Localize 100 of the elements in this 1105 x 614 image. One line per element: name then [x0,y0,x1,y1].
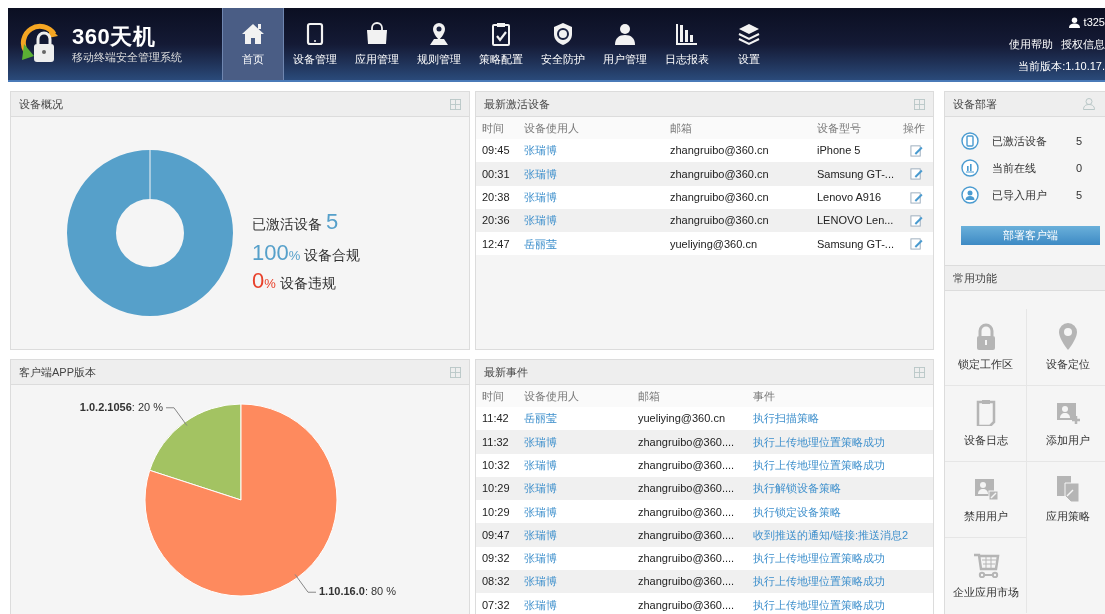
table-link[interactable]: 张瑞博 [524,480,638,497]
panel-title: 设备部署 [953,96,997,112]
table-cell-text: iPhone 5 [817,143,862,159]
table-cell-text: 10:29 [482,481,511,497]
phone-icon [961,132,979,150]
stat-label: 当前在线 [992,160,1037,176]
panel-title: 设备概况 [19,96,63,112]
table-link[interactable]: 张瑞博 [524,573,638,590]
table-cell-text: 09:45 [482,143,511,159]
table-cell-text: 11:42 [482,411,510,427]
deploy-button[interactable]: 部署客户端 [961,225,1100,245]
brand-subtitle: 移动终端安全管理系统 [72,51,182,63]
nav-tab[interactable]: 设置 [718,8,780,80]
stat-value: 5 [1076,133,1083,149]
table-link[interactable]: 张瑞博 [524,165,670,183]
grid-icon [914,366,925,378]
table-link[interactable]: 执行上传地理位置策略成功 [753,550,923,567]
function-tile[interactable]: 应用策略 [1027,461,1105,537]
table-cell-text: 11:32 [482,434,510,450]
function-tile[interactable]: 设备定位 [1027,309,1105,385]
leader-line [294,573,317,593]
user-icon [1083,98,1095,110]
header-link[interactable]: 使用帮助 [1009,35,1053,53]
function-tile[interactable]: 添加用户 [1027,385,1105,461]
panel-title: 常用功能 [953,270,997,286]
nav-tab[interactable]: 应用管理 [346,8,408,80]
table-link[interactable]: 执行上传地理位置策略成功 [753,457,923,474]
username[interactable]: t325 [1083,14,1105,31]
table-link[interactable]: 张瑞博 [524,189,670,206]
table-link[interactable]: 收到推送的通知/链接:推送消息2 [753,526,923,544]
column-header: 邮箱 [670,120,693,136]
edit-icon [909,167,923,181]
table-cell-text: zhangruibo@360.... [638,551,736,567]
percent-value: 100% [252,241,301,264]
version-text: 当前版本:1.10.17. [1018,58,1105,74]
table-cell-text: yueliying@360.cn [638,411,726,427]
table-cell-text: zhangruibo@360.... [638,504,736,520]
table-link[interactable]: 张瑞博 [524,550,638,567]
table-cell-text: 10:32 [482,458,511,473]
table-link[interactable]: 张瑞博 [524,457,638,474]
percent-value: 0% [252,269,276,292]
table-link[interactable]: 岳丽莹 [524,410,638,427]
leader-line [165,407,188,427]
nav-tab[interactable]: 日志报表 [656,8,718,80]
nav-tab[interactable]: 用户管理 [594,8,656,80]
stat-value: 5 [326,207,339,236]
edit-icon [909,144,923,158]
stat-value: 0 [1076,160,1083,176]
column-header: 设备型号 [817,120,862,136]
nav-tab[interactable]: 首页 [222,8,284,80]
table-cell-text: zhangruibo@360.... [638,458,736,473]
table-cell-text: 09:32 [482,551,511,567]
table-link[interactable]: 张瑞博 [524,526,638,544]
table-cell-text: 08:32 [482,574,511,590]
table-cell-text: 00:31 [482,166,511,182]
user-icon [1068,16,1080,28]
edit-icon [909,214,923,228]
table-link[interactable]: 张瑞博 [524,142,670,159]
table-cell-text: zhangruibo@360.... [638,597,736,613]
table-link[interactable]: 执行上传地理位置策略成功 [753,573,923,590]
table-link[interactable]: 执行上传地理位置策略成功 [753,596,923,614]
table-cell-text: 20:38 [482,190,511,205]
documents-icon [1054,474,1082,503]
header-link[interactable]: 授权信息 [1061,35,1105,53]
table-cell-text: 09:47 [482,527,511,543]
function-tile[interactable]: 禁用用户 [945,461,1027,537]
table-cell-text: zhangruibo@360.... [638,434,736,450]
nav-tab[interactable]: 规则管理 [408,8,470,80]
function-tile[interactable]: 企业应用市场 [945,537,1027,613]
table-cell-text: zhangruibo@360.cn [670,143,770,159]
table-link[interactable]: 执行解锁设备策略 [753,480,923,497]
table-cell-text: 12:47 [482,236,511,252]
panel-title: 最新激活设备 [484,96,550,112]
table-link[interactable]: 张瑞博 [524,503,638,521]
brand-name: 360天机 [72,25,157,48]
user-icon [961,186,979,204]
table-link[interactable]: 岳丽莹 [524,235,670,253]
table-link[interactable]: 张瑞博 [524,433,638,451]
table-cell-text: yueliying@360.cn [670,236,758,252]
stat-label: 设备合规 [304,245,361,265]
table-link[interactable]: 执行扫描策略 [753,410,923,427]
table-link[interactable]: 执行锁定设备策略 [753,503,923,521]
stat-label: 已导入用户 [992,187,1048,203]
table-cell-text: Samsung GT-... [817,166,896,182]
bar-chart-icon [961,159,979,177]
column-header: 时间 [482,388,505,404]
nav-tab[interactable]: 安全防护 [532,8,594,80]
table-link[interactable]: 张瑞博 [524,596,638,614]
nav-tab[interactable]: 策略配置 [470,8,532,80]
table-link[interactable]: 张瑞博 [524,212,670,229]
table-cell-text: zhangruibo@360.cn [670,166,770,182]
column-header: 设备使用人 [524,388,580,404]
nav-tab[interactable]: 设备管理 [284,8,346,80]
edit-icon [909,237,923,251]
table-link[interactable]: 执行上传地理位置策略成功 [753,433,923,451]
function-tile[interactable]: 锁定工作区 [945,309,1027,385]
function-tile[interactable]: 设备日志 [945,385,1027,461]
data-label: 1.0.2.1056: 20 % [79,401,163,413]
column-header: 事件 [753,388,776,404]
table-cell-text: Samsung GT-... [817,236,896,252]
